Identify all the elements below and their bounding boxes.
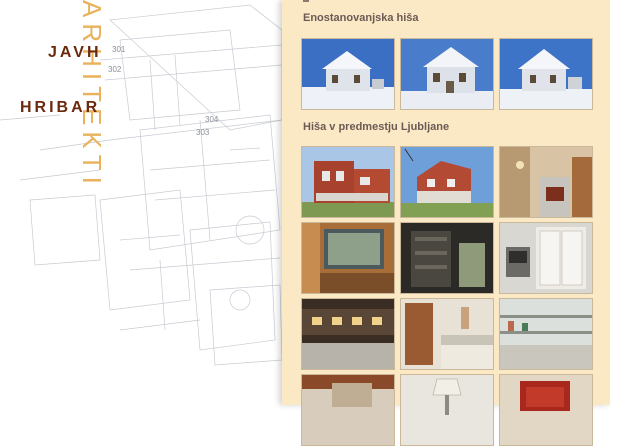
brand-vertical-word: ARHITEKTI <box>77 0 107 190</box>
thumbnail-red-house-exterior-2[interactable] <box>400 146 494 218</box>
page-margin <box>610 0 620 405</box>
thumbnail-hallway-window[interactable] <box>301 222 395 294</box>
svg-text:302: 302 <box>108 65 122 74</box>
thumbnail-living-room-sofa[interactable] <box>301 374 395 446</box>
gallery-panel: Enostanovanjska hiša Hiša v predmestju L… <box>282 0 610 446</box>
thumbnail-kitchen-cabinets-lights[interactable] <box>301 298 395 370</box>
blueprint-drawing: 301 302 304 303 <box>0 4 282 366</box>
svg-text:303: 303 <box>196 128 210 137</box>
section-title-single-family-house: Enostanovanjska hiša <box>303 12 419 24</box>
thumbnail-red-house-exterior-1[interactable] <box>301 146 395 218</box>
brand-line-1[interactable]: JAVH <box>48 44 102 62</box>
thumbnail-snow-house-2[interactable] <box>400 38 494 110</box>
thumbnail-kitchen-oven[interactable] <box>499 222 593 294</box>
svg-text:301: 301 <box>112 45 126 54</box>
thumbnail-dark-shelving[interactable] <box>400 222 494 294</box>
top-divider <box>303 0 309 2</box>
thumbnail-counter-shelves[interactable] <box>499 298 593 370</box>
thumbnail-red-armchair[interactable] <box>499 374 593 446</box>
blueprint-panel: 301 302 304 303 ARHITEKTI JAVH HRIBAR <box>0 0 282 405</box>
thumbnail-wooden-door-counter[interactable] <box>400 298 494 370</box>
brand-line-2[interactable]: HRIBAR <box>20 99 100 117</box>
thumbnail-table-lamp[interactable] <box>400 374 494 446</box>
section-title-suburban-house: Hiša v predmestju Ljubljane <box>303 121 450 133</box>
thumbnail-living-room-fireplace[interactable] <box>499 146 593 218</box>
thumbnail-snow-house-1[interactable] <box>301 38 395 110</box>
svg-text:304: 304 <box>205 115 219 124</box>
thumbnail-snow-house-3[interactable] <box>499 38 593 110</box>
